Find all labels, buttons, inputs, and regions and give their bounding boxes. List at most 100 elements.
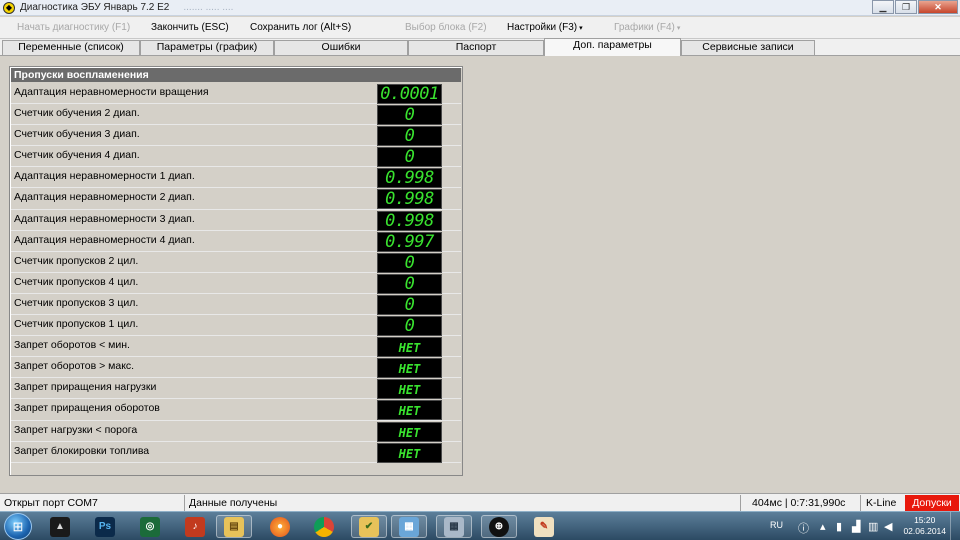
parameter-list: Адаптация неравномерности вращения 0.0001… xyxy=(11,83,461,463)
title-bar: ◆ Диагностика ЭБУ Январь 7.2 Е2 ....... … xyxy=(0,0,960,16)
show-desktop-button[interactable] xyxy=(950,512,960,540)
menu-finish[interactable]: Закончить (ESC) xyxy=(151,22,229,33)
clock[interactable]: 15:20 02.06.2014 xyxy=(903,515,946,537)
menu-graphs-label: Графики (F4) xyxy=(614,22,675,33)
battery-icon[interactable]: ▮ xyxy=(836,520,842,533)
tab-service-records[interactable]: Сервисные записи xyxy=(681,40,815,55)
close-icon[interactable]: ✕ xyxy=(918,0,958,14)
menu-settings-label: Настройки (F3) xyxy=(507,22,578,33)
parameter-row: Запрет оборотов < мин. НЕТ xyxy=(11,336,461,358)
parameter-value: 0.998 xyxy=(377,210,442,231)
parameter-label: Запрет оборотов > макс. xyxy=(14,360,135,373)
menu-start-diagnostics[interactable]: Начать диагностику (F1) xyxy=(17,22,130,33)
parameter-row: Запрет приращения нагрузки НЕТ xyxy=(11,378,461,400)
parameter-label: Счетчик обучения 3 диап. xyxy=(14,128,140,141)
app-icon[interactable]: ◎ xyxy=(132,515,168,538)
parameter-row: Адаптация неравномерности 4 диап. 0.997 xyxy=(11,231,461,252)
folder-icon[interactable]: ▤ xyxy=(216,515,252,538)
tab-extra-parameters[interactable]: Доп. параметры xyxy=(544,38,681,56)
parameter-row: Счетчик обучения 2 диап. 0 xyxy=(11,104,461,126)
parameter-label: Счетчик пропусков 2 цил. xyxy=(14,254,139,267)
parameter-label: Запрет приращения нагрузки xyxy=(14,381,157,394)
parameter-value: 0 xyxy=(377,294,442,315)
parameter-label: Запрет приращения оборотов xyxy=(14,402,160,415)
menu-settings[interactable]: Настройки (F3) ▾ xyxy=(507,22,583,33)
photoshop-icon[interactable]: Ps xyxy=(87,515,123,538)
minimize-icon[interactable]: ▁ xyxy=(872,0,894,14)
help-icon[interactable]: ⓘ xyxy=(798,520,809,536)
volume-icon[interactable]: ◀ xyxy=(884,520,892,533)
chevron-down-icon: ▾ xyxy=(579,25,583,32)
menu-graphs[interactable]: Графики (F4) ▾ xyxy=(614,22,680,33)
client-area: Пропуски воспламенения Адаптация неравно… xyxy=(0,57,960,493)
window-title: Диагностика ЭБУ Январь 7.2 Е2 xyxy=(20,2,170,13)
clock-time: 15:20 xyxy=(914,515,936,525)
parameter-label: Адаптация неравномерности вращения xyxy=(14,86,209,98)
menu-save-log[interactable]: Сохранить лог (Alt+S) xyxy=(250,22,351,33)
media-icon[interactable]: ♪ xyxy=(177,515,213,538)
status-separator xyxy=(184,495,185,511)
parameter-label: Счетчик пропусков 4 цил. xyxy=(14,275,139,288)
parameter-value: 0.998 xyxy=(377,168,442,189)
files-icon[interactable]: ✔ xyxy=(351,515,387,538)
parameter-row: Запрет блокировки топлива НЕТ xyxy=(11,442,461,463)
image-viewer-icon[interactable]: ▦ xyxy=(391,515,427,538)
tab-variables-list[interactable]: Переменные (список) xyxy=(2,40,140,55)
parameter-label: Запрет блокировки топлива xyxy=(14,444,150,457)
system-tray: RU ⓘ ▴ ▮ ▟ ▥ ◀ 15:20 02.06.2014 xyxy=(770,512,960,540)
start-button[interactable]: ⊞ xyxy=(4,513,32,540)
signal-icon[interactable]: ▟ xyxy=(852,520,860,533)
status-timing: 404мс | 0:7:31,990с xyxy=(752,497,846,509)
tab-passport[interactable]: Паспорт xyxy=(408,40,544,55)
parameter-value: НЕТ xyxy=(377,379,442,400)
chrome-icon[interactable] xyxy=(306,515,342,538)
menu-select-unit[interactable]: Выбор блока (F2) xyxy=(405,22,487,33)
paint-icon[interactable]: ✎ xyxy=(526,515,562,538)
taskbar: ⊞ ▲ Ps ◎ ♪ ▤ ● ✔ ▦ ▦ ⊕ ✎ RU ⓘ ▴ ▮ ▟ ▥ ◀ … xyxy=(0,511,960,540)
diagnostic-app-icon[interactable]: ⊕ xyxy=(481,515,517,538)
tab-errors[interactable]: Ошибки xyxy=(274,40,408,55)
parameter-value: 0 xyxy=(377,147,442,168)
title-ghost-text: ....... ..... .... xyxy=(183,2,234,13)
status-separator xyxy=(860,495,861,511)
windows-logo-icon: ⊞ xyxy=(12,519,24,534)
parameter-label: Запрет оборотов < мин. xyxy=(14,339,130,352)
chevron-down-icon: ▾ xyxy=(676,25,681,32)
parameter-value: НЕТ xyxy=(377,337,442,358)
misfire-panel: Пропуски воспламенения Адаптация неравно… xyxy=(9,66,463,476)
language-indicator[interactable]: RU xyxy=(770,520,783,530)
parameter-label: Адаптация неравномерности 4 диап. xyxy=(14,233,195,246)
firefox-icon[interactable]: ● xyxy=(262,515,298,538)
parameter-value: 0.0001 xyxy=(377,84,442,104)
parameter-row: Адаптация неравномерности 1 диап. 0.998 xyxy=(11,167,461,189)
maximize-icon[interactable]: ❐ xyxy=(895,0,917,14)
tray-expand-icon[interactable]: ▴ xyxy=(820,520,826,533)
status-separator xyxy=(740,495,741,511)
parameter-row: Адаптация неравномерности 3 диап. 0.998 xyxy=(11,210,461,231)
parameter-value: 0 xyxy=(377,105,442,126)
network-icon[interactable]: ▥ xyxy=(868,520,878,533)
parameter-label: Счетчик пропусков 3 цил. xyxy=(14,296,139,309)
parameter-row: Адаптация неравномерности вращения 0.0001 xyxy=(11,83,461,105)
status-protocol: K-Line xyxy=(866,497,897,509)
panel-header: Пропуски воспламенения xyxy=(11,68,461,82)
tab-parameters-graph[interactable]: Параметры (график) xyxy=(140,40,274,55)
parameter-value: НЕТ xyxy=(377,358,442,379)
calculator-icon[interactable]: ▦ xyxy=(436,515,472,538)
parameter-value: НЕТ xyxy=(377,442,442,463)
parameter-row: Счетчик обучения 4 диап. 0 xyxy=(11,146,461,168)
parameter-value: НЕТ xyxy=(377,400,442,421)
parameter-row: Счетчик пропусков 1 цил. 0 xyxy=(11,315,461,337)
parameter-value: 0 xyxy=(377,126,442,147)
parameter-label: Счетчик обучения 2 диап. xyxy=(14,107,140,120)
status-data: Данные получены xyxy=(189,497,278,509)
status-admit-badge[interactable]: Допуски xyxy=(905,495,959,511)
parameter-row: Запрет оборотов > макс. НЕТ xyxy=(11,357,461,379)
parameter-value: 0 xyxy=(377,273,442,294)
parameter-value: 0.997 xyxy=(377,231,442,252)
parameter-row: Счетчик пропусков 4 цил. 0 xyxy=(11,273,461,294)
tab-bar: Переменные (список) Параметры (график) О… xyxy=(0,38,960,56)
artcam-icon[interactable]: ▲ xyxy=(42,515,78,538)
parameter-label: Запрет нагрузки < порога xyxy=(14,423,138,436)
parameter-label: Счетчик пропусков 1 цил. xyxy=(14,318,139,331)
